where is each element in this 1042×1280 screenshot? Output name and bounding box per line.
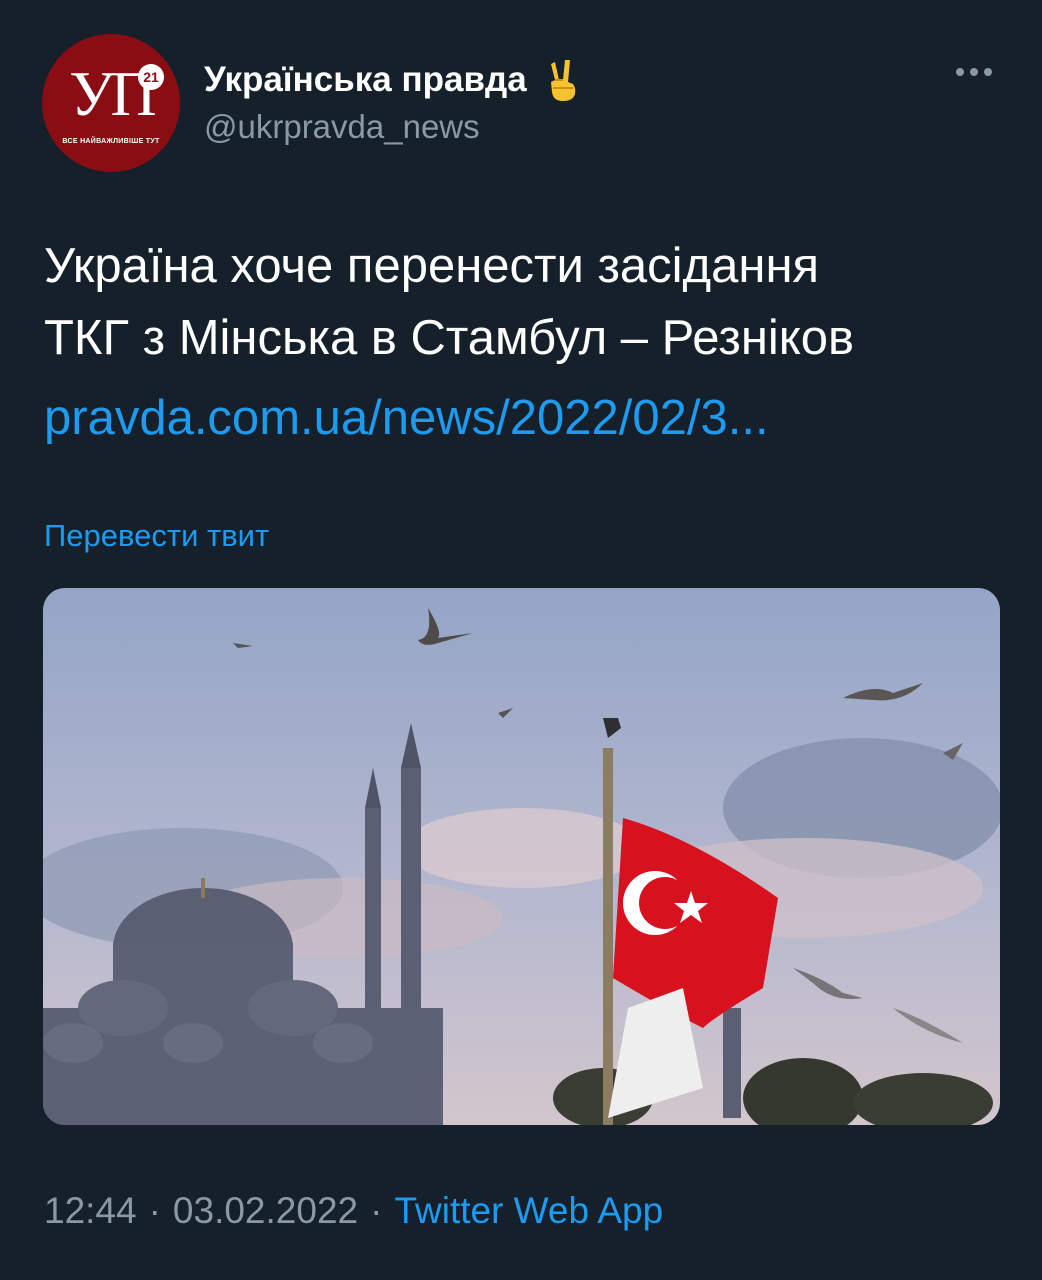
tweet-time[interactable]: 12:44 xyxy=(44,1190,137,1232)
avatar-badge: 21 xyxy=(138,64,164,90)
tweet-text-line: ТКГ з Мінська в Стамбул – Резніков xyxy=(44,311,855,365)
name-row: Українська правда xyxy=(204,58,583,102)
more-dots-icon[interactable] xyxy=(956,68,992,76)
translate-tweet-link[interactable]: Перевести твит xyxy=(44,518,269,554)
handle[interactable]: @ukrpravda_news xyxy=(204,108,480,146)
avatar[interactable]: УП 21 ВСЕ НАЙВАЖЛИВІШЕ ТУТ xyxy=(42,34,180,172)
tweet-text-line: Україна хоче перенести засідання xyxy=(44,239,820,293)
display-name[interactable]: Українська правда xyxy=(204,60,527,100)
tweet-photo[interactable] xyxy=(43,588,1000,1125)
tweet-link[interactable]: pravda.com.ua/news/2022/02/3... xyxy=(44,382,769,454)
tweet-text: Україна хоче перенести засідання ТКГ з М… xyxy=(44,230,1004,374)
tweet-source[interactable]: Twitter Web App xyxy=(394,1190,663,1232)
tweet-meta: 12:44 · 03.02.2022 · Twitter Web App xyxy=(44,1190,663,1232)
victory-hand-icon xyxy=(550,60,575,101)
meta-separator: · xyxy=(370,1190,383,1231)
tweet-date[interactable]: 03.02.2022 xyxy=(173,1190,358,1232)
avatar-slogan: ВСЕ НАЙВАЖЛИВІШЕ ТУТ xyxy=(62,138,160,145)
meta-separator: · xyxy=(148,1190,161,1231)
istanbul-mosque-flag-image xyxy=(43,588,1000,1125)
